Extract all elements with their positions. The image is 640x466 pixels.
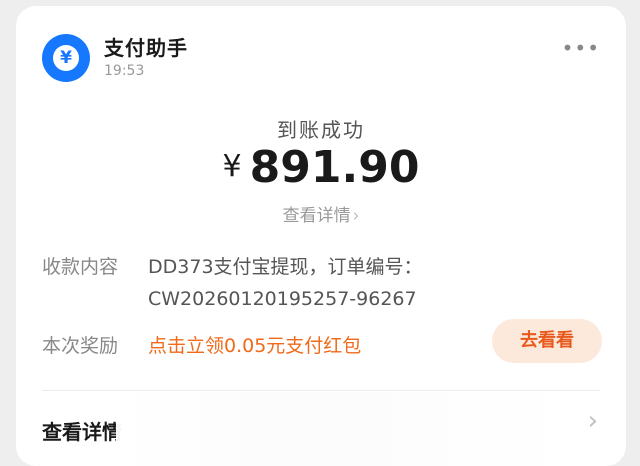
sender-name: 支付助手 — [104, 36, 188, 60]
notification-card[interactable]: ¥ 支付助手 19:53 ••• 到账成功 ¥891.90 查看详情 › 收款内容… — [16, 6, 626, 466]
timestamp: 19:53 — [104, 63, 145, 79]
currency-symbol: ¥ — [222, 149, 242, 184]
blur-overlay — [116, 392, 576, 466]
yuan-icon: ¥ — [53, 45, 79, 71]
payment-amount: ¥891.90 — [16, 142, 626, 193]
bottom-view-details-link[interactable]: 查看详情 — [42, 416, 122, 445]
notification-header: ¥ 支付助手 19:53 ••• — [42, 30, 600, 90]
chevron-right-icon[interactable]: › — [588, 406, 598, 436]
go-see-button[interactable]: 去看看 — [492, 319, 602, 363]
alipay-avatar: ¥ — [42, 34, 90, 82]
reward-value[interactable]: 点击立领0.05元支付红包 — [148, 331, 361, 358]
view-details-label: 查看详情 — [282, 206, 351, 226]
content-label: 收款内容 — [42, 256, 119, 278]
payment-status: 到账成功 — [277, 118, 365, 142]
divider — [42, 390, 600, 391]
more-options-icon[interactable]: ••• — [562, 36, 600, 60]
content-value-line2: CW20260120195257-96267 — [148, 288, 417, 310]
chevron-right-icon: › — [352, 206, 360, 226]
view-details-link[interactable]: 查看详情 › — [16, 201, 626, 226]
amount-value: 891.90 — [249, 142, 420, 193]
reward-label: 本次奖励 — [42, 335, 119, 357]
content-value-line1: DD373支付宝提现，订单编号： — [148, 256, 423, 278]
